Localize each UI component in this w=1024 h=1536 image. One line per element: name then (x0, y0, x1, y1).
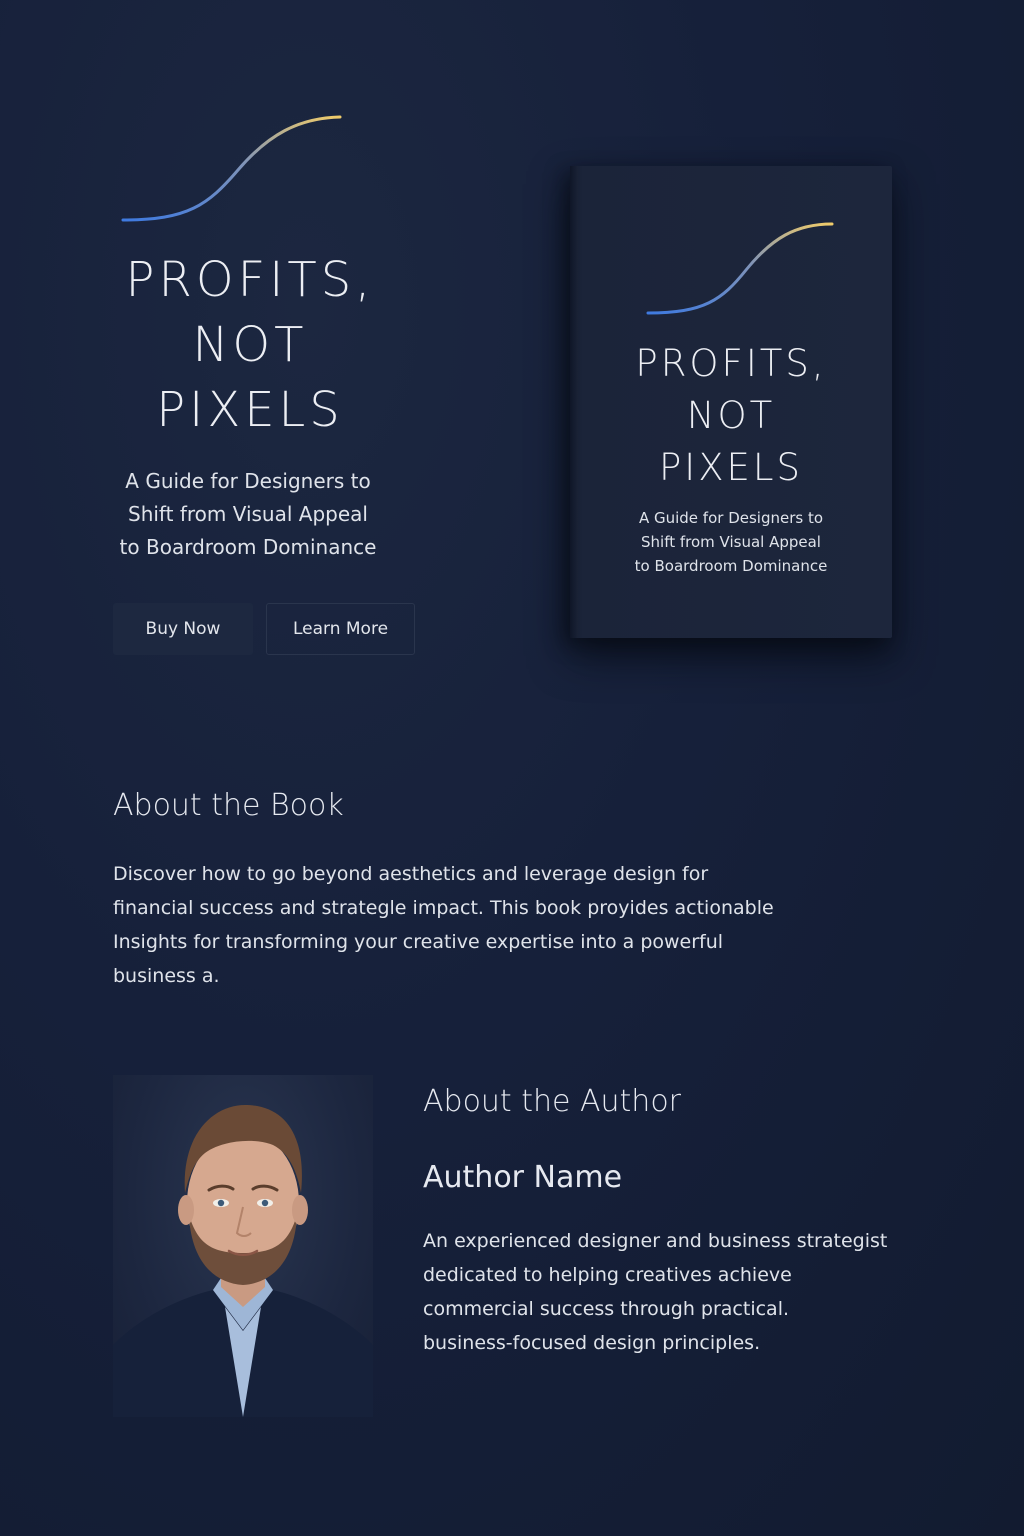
author-bio-line: commercial success through practical. (423, 1298, 790, 1320)
about-book-heading: About the Book (113, 788, 344, 823)
hero-subtitle-line: to Boardroom Dominance (119, 535, 377, 559)
author-bio-line: An experienced designer and business str… (423, 1230, 888, 1252)
book-cover-subtitle: A Guide for Designers to Shift from Visu… (570, 506, 892, 578)
growth-curve-icon (646, 222, 834, 315)
author-photo (113, 1075, 373, 1417)
hero-title-line: PROFITS, (125, 252, 375, 308)
book-title-line: PIXELS (658, 446, 804, 489)
about-book-text: Discover how to go beyond aesthetics and… (113, 863, 774, 987)
author-bio: An experienced designer and business str… (423, 1224, 903, 1360)
author-portrait-image (113, 1105, 373, 1417)
growth-curve-icon (121, 115, 342, 222)
learn-more-button[interactable]: Learn More (266, 603, 415, 655)
author-bio-line: dedicated to helping creatives achieve (423, 1264, 792, 1286)
about-author-heading: About the Author (423, 1084, 682, 1119)
buy-now-button[interactable]: Buy Now (113, 603, 253, 655)
author-name: Author Name (423, 1160, 623, 1195)
hero-subtitle-line: A Guide for Designers to (125, 469, 371, 493)
book-cover: PROFITS, NOT PIXELS A Guide for Designer… (570, 166, 892, 638)
book-subtitle-line: to Boardroom Dominance (634, 557, 828, 575)
hero-subtitle-line: Shift from Visual Appeal (128, 502, 368, 526)
hero-title-line: PIXELS (156, 382, 344, 438)
book-title-line: NOT (686, 394, 776, 437)
book-subtitle-line: A Guide for Designers to (638, 509, 824, 527)
hero-title-line: NOT (192, 317, 308, 373)
book-subtitle-line: Shift from Visual Appeal (641, 533, 821, 551)
book-cover-title: PROFITS, NOT PIXELS (570, 338, 892, 494)
hero-title: PROFITS, NOT PIXELS (90, 248, 410, 443)
author-bio-line: business-focused design principles. (423, 1332, 761, 1354)
hero-subtitle: A Guide for Designers to Shift from Visu… (90, 465, 406, 564)
book-title-line: PROFITS, (635, 342, 827, 385)
